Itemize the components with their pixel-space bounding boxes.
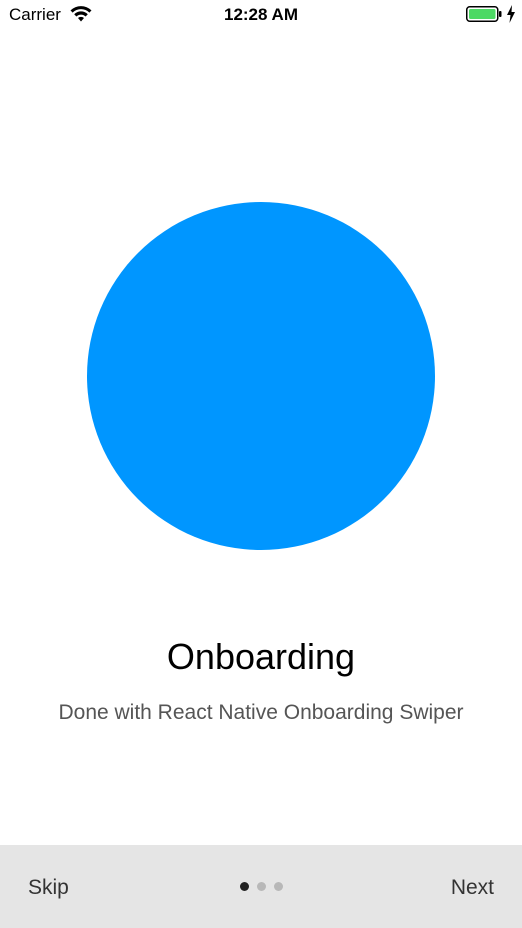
clock-time: 12:28 AM (223, 5, 298, 24)
next-button[interactable]: Next (451, 875, 494, 901)
charging-bolt-icon (507, 5, 515, 23)
bottom-bar: Skip Next (0, 845, 522, 928)
page-dot-1[interactable] (240, 882, 249, 891)
page-dot-2[interactable] (257, 882, 266, 891)
page-title: Onboarding (166, 636, 356, 677)
battery-icon (466, 6, 502, 22)
skip-button[interactable]: Skip (28, 875, 69, 901)
page-indicator (240, 882, 283, 892)
page-subtitle: Done with React Native Onboarding Swiper (58, 701, 464, 724)
status-bar: Carrier 12:28 AM (0, 0, 522, 30)
onboarding-image (87, 202, 435, 550)
page-dot-3[interactable] (274, 882, 283, 891)
